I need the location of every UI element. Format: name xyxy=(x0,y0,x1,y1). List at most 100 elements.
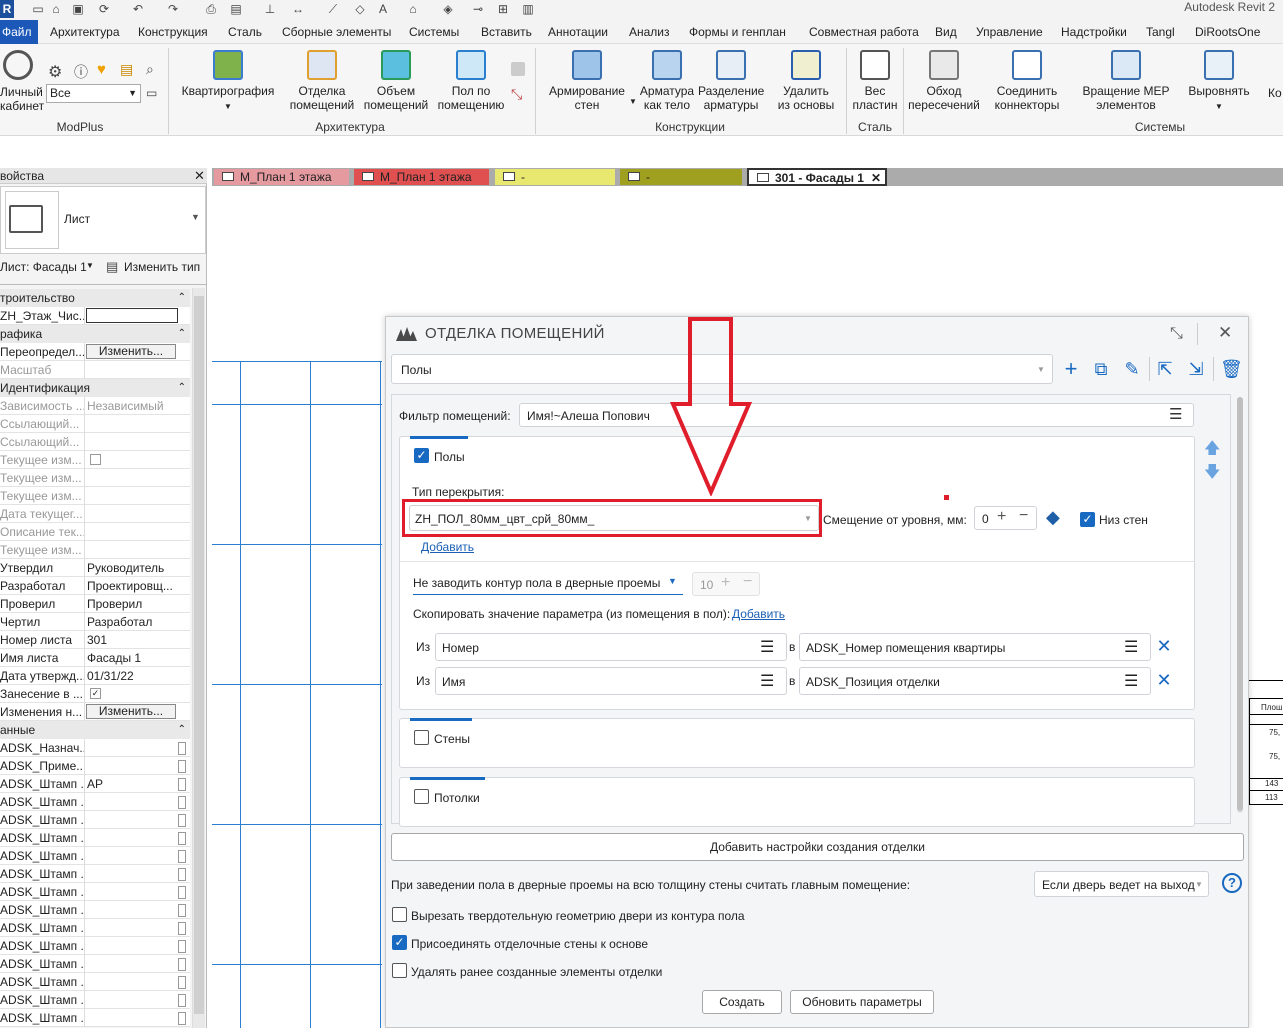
collapse-icon[interactable]: ⌃ xyxy=(178,325,186,343)
close-icon[interactable]: ✕ xyxy=(1218,323,1232,343)
property-row[interactable]: Текущее изм... xyxy=(0,451,190,469)
add-list-icon[interactable]: ☰ xyxy=(1124,671,1138,691)
property-row[interactable]: ADSK_Штамп ... xyxy=(0,1009,190,1027)
decrement-icon[interactable]: − xyxy=(1019,507,1028,525)
opt3-checkbox[interactable] xyxy=(392,963,407,978)
text-icon[interactable]: A xyxy=(375,1,391,17)
folder-settings-icon[interactable]: ▤ xyxy=(120,61,133,78)
property-value[interactable]: Проверил xyxy=(87,595,187,613)
property-group-header[interactable]: Идентификация ⌃ xyxy=(0,379,190,397)
wall-reinforcement-button[interactable]: Армирование стен xyxy=(545,50,629,112)
delete-icon[interactable]: 🗑 xyxy=(1220,359,1243,379)
chevron-down-icon[interactable]: ▼ xyxy=(629,97,637,106)
switch-windows-icon[interactable]: ▥ xyxy=(520,1,536,17)
import-icon[interactable]: ⇲ xyxy=(1185,359,1207,379)
menu-item[interactable]: Совместная работа xyxy=(809,25,919,39)
walls-checkbox[interactable] xyxy=(414,730,429,745)
property-row[interactable]: ADSK_Штамп ... xyxy=(0,937,190,955)
windows-icon[interactable]: ⊞ xyxy=(495,1,511,17)
menu-item[interactable]: DiRootsOne xyxy=(1195,25,1260,39)
property-value[interactable]: АР xyxy=(87,775,187,793)
3d-icon[interactable]: ◈ xyxy=(440,1,456,17)
property-row[interactable]: ADSK_Приме... xyxy=(0,757,190,775)
property-checkbox[interactable] xyxy=(178,940,186,953)
edit-button[interactable]: Изменить... xyxy=(86,704,176,719)
pdf-icon[interactable]: ▤ xyxy=(228,1,244,17)
property-row[interactable]: ADSK_Штамп ... xyxy=(0,955,190,973)
close-icon[interactable]: ✕ xyxy=(871,170,881,186)
property-row[interactable]: Дата утвержд... 01/31/22 xyxy=(0,667,190,685)
property-checkbox[interactable] xyxy=(178,850,186,863)
modplus-combo[interactable]: Все ▼ xyxy=(46,84,141,103)
chevron-down-icon[interactable]: ▼ xyxy=(86,261,94,270)
offset-stepper[interactable]: 0 + − xyxy=(974,506,1037,530)
rebar-split-button[interactable]: Разделение арматуры xyxy=(698,50,764,112)
increment-icon[interactable]: + xyxy=(997,508,1006,526)
info-icon[interactable]: ⓘ xyxy=(74,62,88,82)
menu-item[interactable]: Вставить xyxy=(481,25,532,39)
property-row[interactable]: Переопредел... Изменить... xyxy=(0,343,190,361)
collapse-icon[interactable]: ⌃ xyxy=(178,379,186,397)
create-button[interactable]: Создать xyxy=(702,990,782,1014)
measure-icon[interactable]: ⊥ xyxy=(262,1,278,17)
property-checkbox[interactable] xyxy=(178,1012,186,1025)
floor-by-room-button[interactable]: Пол по помещению xyxy=(435,50,507,112)
dialog-scrollbar[interactable] xyxy=(1237,397,1243,813)
edit-icon[interactable]: ✎ xyxy=(1121,359,1143,379)
menu-file[interactable]: Файл xyxy=(0,20,38,44)
rotate-mep-button[interactable]: Вращение MEP элементов xyxy=(1080,50,1172,112)
type-selector[interactable]: Лист ▼ xyxy=(0,186,206,254)
view-tab[interactable]: - xyxy=(495,169,615,185)
property-row[interactable]: ADSK_Штамп ... xyxy=(0,919,190,937)
align-button[interactable]: Выровнять ▼ xyxy=(1185,50,1253,114)
property-row[interactable]: Ссылающий... xyxy=(0,415,190,433)
property-checkbox[interactable] xyxy=(90,454,101,465)
rebar-as-body-button[interactable]: Арматура как тело xyxy=(638,50,696,112)
property-row[interactable]: ADSK_Штамп ... xyxy=(0,973,190,991)
menu-item[interactable]: Надстройки xyxy=(1061,25,1127,39)
heart-icon[interactable]: ♥ xyxy=(97,61,106,78)
personal-cabinet-button[interactable]: Личный кабинет xyxy=(0,85,44,113)
property-row[interactable]: Занесение в ... ✓ xyxy=(0,685,190,703)
property-row[interactable]: Текущее изм... xyxy=(0,487,190,505)
menu-item[interactable]: Вид xyxy=(935,25,957,39)
property-checkbox[interactable]: ✓ xyxy=(90,688,101,699)
save-icon[interactable]: ▣ xyxy=(70,1,86,17)
collapse-icon[interactable]: ⌃ xyxy=(178,721,186,739)
property-checkbox[interactable] xyxy=(178,832,186,845)
property-value[interactable]: Разработал xyxy=(87,613,187,631)
ceilings-checkbox[interactable] xyxy=(414,789,429,804)
property-row[interactable]: Чертил Разработал xyxy=(0,613,190,631)
property-checkbox[interactable] xyxy=(178,868,186,881)
add-floor-type-link[interactable]: Добавить xyxy=(421,540,474,554)
map2-from-input[interactable]: Имя ☰ xyxy=(435,667,787,695)
property-row[interactable]: Масштаб xyxy=(0,361,190,379)
help-icon[interactable]: ? xyxy=(1222,873,1242,893)
property-row[interactable]: ADSK_Назнач... xyxy=(0,739,190,757)
property-row[interactable]: Описание тек... xyxy=(0,523,190,541)
view-tab[interactable]: М_План 1 этажа xyxy=(354,169,489,185)
property-row[interactable]: Изменения н... Изменить... xyxy=(0,703,190,721)
property-checkbox[interactable] xyxy=(178,778,186,791)
bottom-walls-checkbox[interactable]: ✓ xyxy=(1080,512,1095,527)
arch-small-icon-2[interactable]: ⤡ xyxy=(511,86,527,102)
menu-item[interactable]: Анализ xyxy=(629,25,670,39)
property-group-header[interactable]: рафика ⌃ xyxy=(0,325,190,343)
property-group-header[interactable]: анные ⌃ xyxy=(0,721,190,739)
opt1-checkbox[interactable] xyxy=(392,907,407,922)
dimension-icon[interactable]: ↔ xyxy=(290,1,306,17)
edit-filter-icon[interactable]: ☰ xyxy=(1169,405,1182,423)
property-value[interactable]: Проектировщ... xyxy=(87,577,187,595)
print-icon[interactable]: ⎙ xyxy=(203,1,219,17)
property-row[interactable]: ADSK_Штамп ... xyxy=(0,991,190,1009)
remove-mapping-icon[interactable]: ✕ xyxy=(1153,670,1175,690)
apartment-layout-button[interactable]: Квартирография ▼ xyxy=(180,50,276,114)
menu-item[interactable]: Сталь xyxy=(228,25,262,39)
tag-icon[interactable]: ◇ xyxy=(352,1,368,17)
update-params-button[interactable]: Обновить параметры xyxy=(790,990,934,1014)
edit-type-button[interactable]: Изменить тип xyxy=(124,260,200,274)
property-checkbox[interactable] xyxy=(178,886,186,899)
menu-item[interactable]: Архитектура xyxy=(50,25,120,39)
user-icon[interactable] xyxy=(3,50,33,80)
remove-mapping-icon[interactable]: ✕ xyxy=(1153,636,1175,656)
